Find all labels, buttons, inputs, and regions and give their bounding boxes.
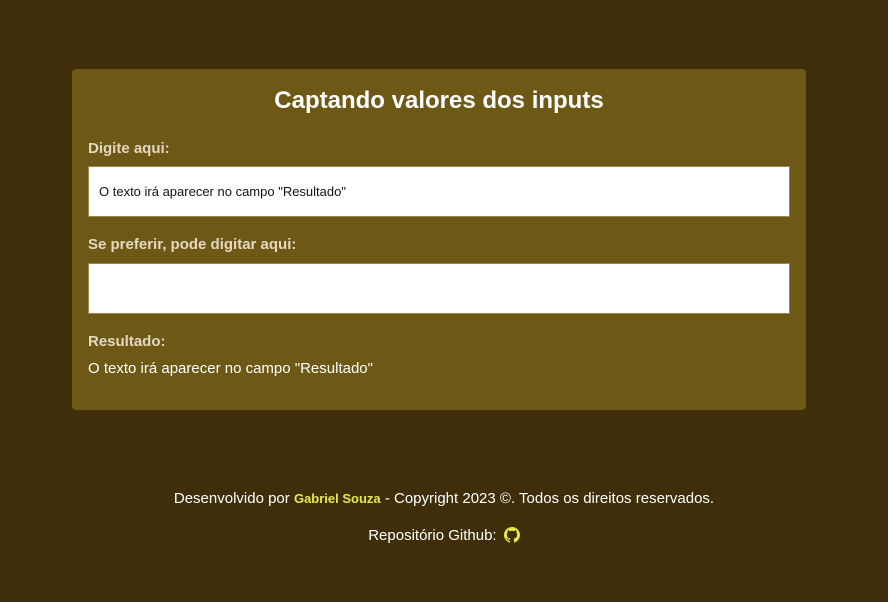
second-input-label: Se preferir, pode digitar aqui: [88,236,297,253]
footer-repository: Repositório Github: [0,526,888,546]
author-link[interactable]: Gabriel Souza [294,491,381,506]
page-title: Captando valores dos inputs [274,87,604,114]
repo-label: Repositório Github: [368,527,501,544]
first-text-input[interactable] [88,166,790,217]
footer-prefix: Desenvolvido por [173,490,294,507]
second-text-input[interactable] [88,263,790,314]
result-label: Resultado: [88,333,166,350]
github-icon[interactable] [503,527,520,543]
input-card: Captando valores dos inputs Digite aqui:… [72,69,806,410]
footer-copyright: - Copyright 2023 ©. Todos os direitos re… [380,490,715,507]
footer-credits: Desenvolvido por Gabriel Souza - Copyrig… [0,489,888,509]
result-text: O texto irá aparecer no campo "Resultado… [88,360,373,377]
first-input-label: Digite aqui: [88,140,170,157]
